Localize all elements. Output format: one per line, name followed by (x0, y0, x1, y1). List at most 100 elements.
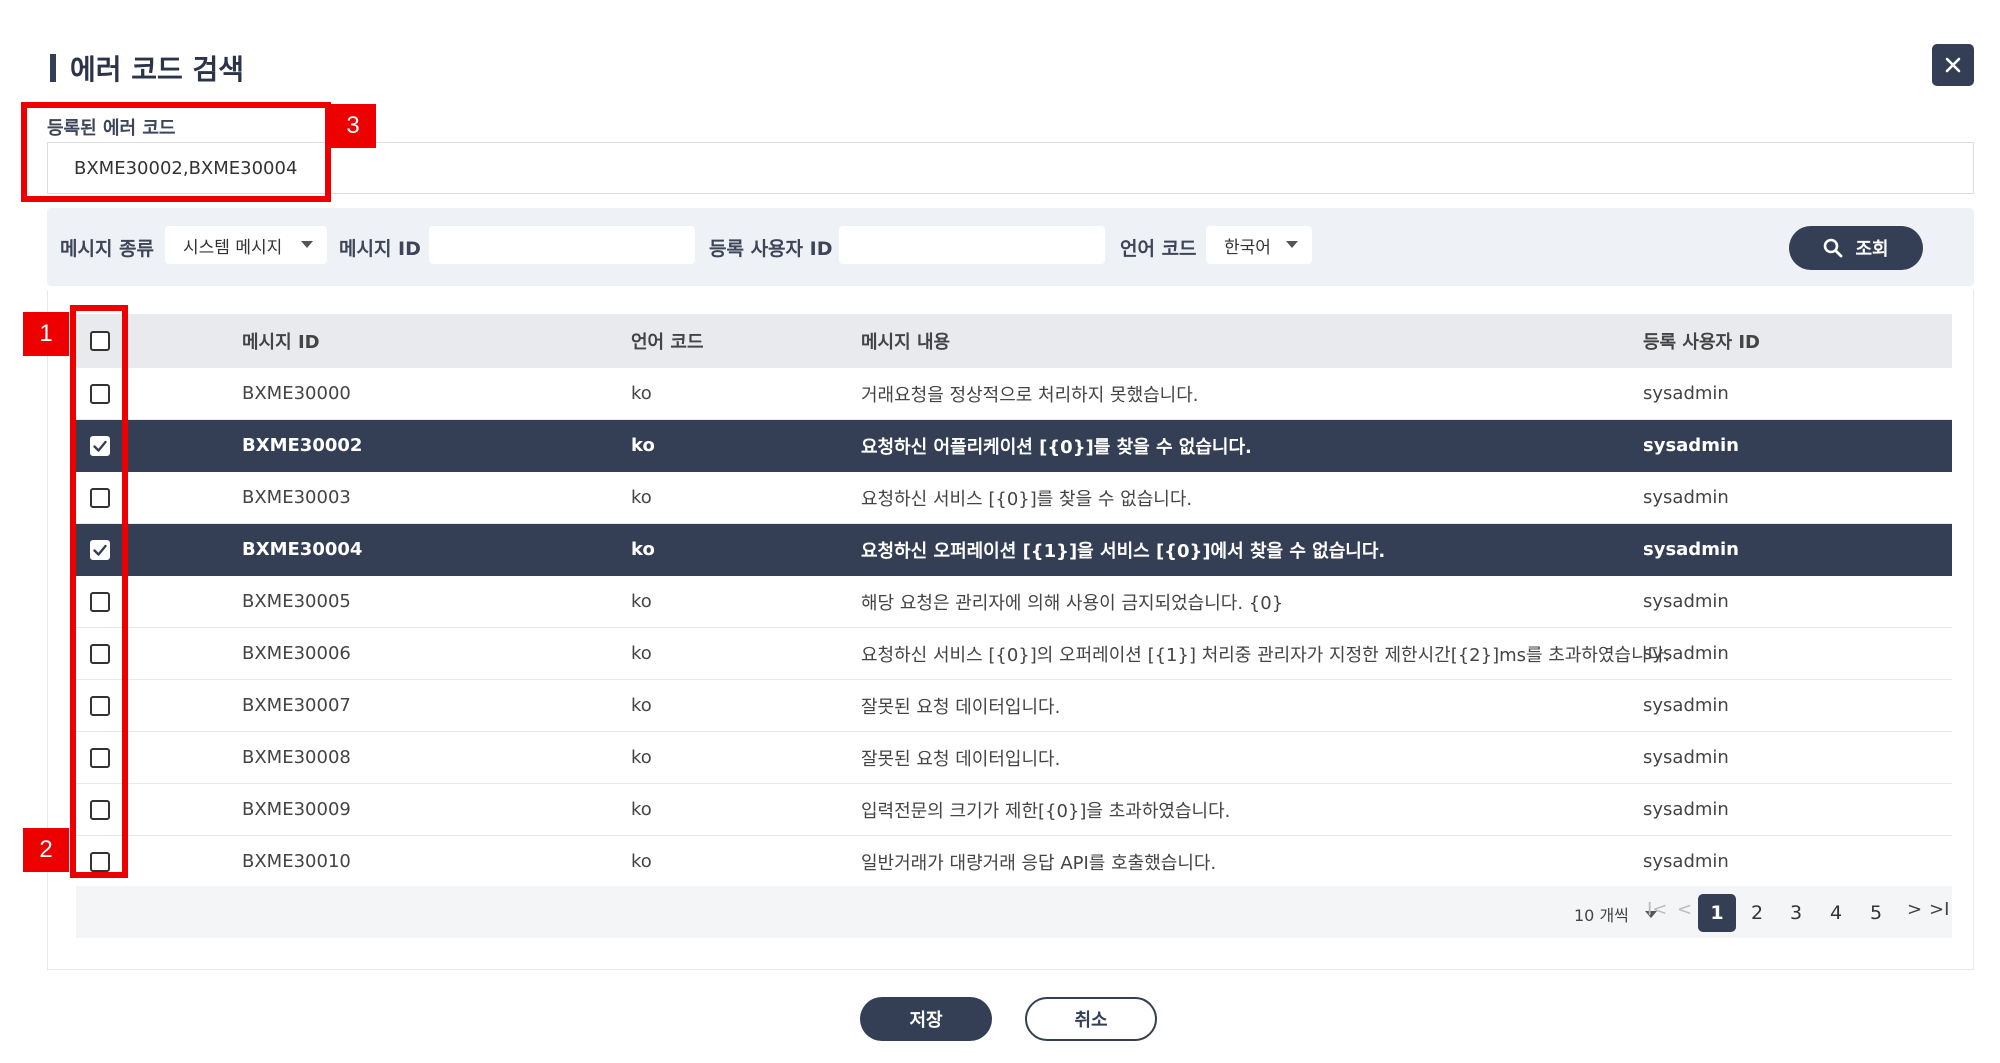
row-checkbox[interactable] (90, 487, 110, 508)
row-checkbox-cell (90, 799, 110, 820)
table-row[interactable]: BXME30002 ko 요청하신 어플리케이션 [{0}]를 찾을 수 없습니다.… (76, 420, 1952, 472)
row-checkbox[interactable] (90, 591, 110, 612)
cell-register-user-id: sysadmin (1643, 643, 1729, 664)
cell-language-code: ko (631, 435, 655, 456)
chevron-down-icon (1286, 241, 1298, 248)
cell-message-content: 잘못된 요청 데이터입니다. (861, 748, 1061, 770)
language-code-select[interactable]: 한국어 (1206, 226, 1312, 264)
language-code-label: 언어 코드 (1120, 238, 1197, 260)
last-page-icon[interactable]: >I (1929, 899, 1949, 920)
table-header: 메시지 ID 언어 코드 메시지 내용 등록 사용자 ID (76, 314, 1952, 368)
page-3[interactable]: 3 (1777, 894, 1815, 932)
search-button[interactable]: 조회 (1789, 226, 1923, 270)
cancel-button[interactable]: 취소 (1025, 997, 1157, 1041)
row-checkbox-cell (90, 435, 110, 456)
cell-language-code: ko (631, 695, 652, 716)
close-icon (1945, 57, 1961, 73)
cell-register-user-id: sysadmin (1643, 487, 1729, 508)
cell-message-content: 요청하신 서비스 [{0}]를 찾을 수 없습니다. (861, 488, 1193, 510)
close-button[interactable] (1932, 44, 1974, 86)
row-checkbox-cell (90, 747, 110, 768)
cell-message-id: BXME30010 (242, 851, 351, 872)
register-user-id-input[interactable] (839, 226, 1105, 264)
select-all-checkbox-cell (90, 331, 110, 351)
row-checkbox-cell (90, 695, 110, 716)
cell-message-id: BXME30009 (242, 799, 351, 820)
table-row[interactable]: BXME30003 ko 요청하신 서비스 [{0}]를 찾을 수 없습니다. sys… (76, 472, 1952, 524)
first-page-icon[interactable]: I< (1647, 899, 1667, 920)
table-row[interactable]: BXME30005 ko 해당 요청은 관리자에 의해 사용이 금지되었습니다. {… (76, 576, 1952, 628)
page-5[interactable]: 5 (1857, 894, 1895, 932)
cell-message-content: 요청하신 어플리케이션 [{0}]를 찾을 수 없습니다. (861, 436, 1252, 458)
cell-message-id: BXME30005 (242, 591, 351, 612)
check-icon (93, 440, 107, 452)
pagination-bar: 10 개씩 I< < 1 2 3 4 5 > >I (76, 886, 1952, 938)
row-checkbox-cell (90, 591, 110, 612)
row-checkbox[interactable] (90, 539, 110, 560)
select-all-checkbox[interactable] (90, 331, 110, 351)
cell-register-user-id: sysadmin (1643, 435, 1739, 456)
row-checkbox-cell (90, 643, 110, 664)
row-checkbox-cell (90, 487, 110, 508)
header-message-id[interactable]: 메시지 ID (242, 328, 320, 354)
annotation-tag-3: 3 (330, 104, 376, 148)
header-language-code[interactable]: 언어 코드 (631, 328, 704, 354)
row-checkbox[interactable] (90, 435, 110, 456)
header-message-content[interactable]: 메시지 내용 (861, 328, 950, 354)
row-checkbox[interactable] (90, 799, 110, 820)
table-row[interactable]: BXME30004 ko 요청하신 오퍼레이션 [{1}]을 서비스 [{0}]에서… (76, 524, 1952, 576)
row-checkbox-cell (90, 851, 110, 872)
table-row[interactable]: BXME30008 ko 잘못된 요청 데이터입니다. sysadmin (76, 732, 1952, 784)
table-row[interactable]: BXME30006 ko 요청하신 서비스 [{0}]의 오퍼레이션 [{1}] 처… (76, 628, 1952, 680)
page-size-select[interactable]: 10 개씩 (1574, 902, 1657, 926)
table-row[interactable]: BXME30000 ko 거래요청을 정상적으로 처리하지 못했습니다. sysadm… (76, 368, 1952, 420)
table-row[interactable]: BXME30010 ko 일반거래가 대량거래 응답 API를 호출했습니다. sys… (76, 836, 1952, 888)
annotation-tag-2: 2 (23, 828, 69, 872)
registered-codes-field[interactable]: BXME30002,BXME30004 (47, 142, 1974, 194)
cell-message-id: BXME30002 (242, 435, 363, 456)
cell-message-id: BXME30008 (242, 747, 351, 768)
cell-register-user-id: sysadmin (1643, 539, 1739, 560)
cell-language-code: ko (631, 487, 652, 508)
row-checkbox[interactable] (90, 747, 110, 768)
page-4[interactable]: 4 (1817, 894, 1855, 932)
page-1[interactable]: 1 (1698, 894, 1736, 932)
error-code-table: 메시지 ID 언어 코드 메시지 내용 등록 사용자 ID BXME30000 k… (76, 314, 1952, 888)
cell-register-user-id: sysadmin (1643, 747, 1729, 768)
cell-language-code: ko (631, 383, 652, 404)
message-id-input[interactable] (429, 226, 695, 264)
cell-message-content: 거래요청을 정상적으로 처리하지 못했습니다. (861, 384, 1199, 406)
message-type-select[interactable]: 시스템 메시지 (165, 226, 327, 264)
cell-message-content: 요청하신 오퍼레이션 [{1}]을 서비스 [{0}]에서 찾을 수 없습니다. (861, 540, 1386, 562)
row-checkbox[interactable] (90, 851, 110, 872)
cell-register-user-id: sysadmin (1643, 799, 1729, 820)
table-body: BXME30000 ko 거래요청을 정상적으로 처리하지 못했습니다. sysadm… (76, 368, 1952, 888)
cell-message-content: 요청하신 서비스 [{0}]의 오퍼레이션 [{1}] 처리중 관리자가 지정한… (861, 644, 1670, 666)
cell-register-user-id: sysadmin (1643, 695, 1729, 716)
page-size-value: 10 개씩 (1574, 906, 1629, 925)
register-user-id-label: 등록 사용자 ID (709, 238, 833, 260)
row-checkbox[interactable] (90, 643, 110, 664)
cell-message-id: BXME30003 (242, 487, 351, 508)
message-id-label: 메시지 ID (339, 238, 421, 260)
registered-codes-label: 등록된 에러 코드 (47, 118, 176, 139)
cell-language-code: ko (631, 851, 652, 872)
prev-page-icon[interactable]: < (1677, 899, 1692, 920)
cell-register-user-id: sysadmin (1643, 383, 1729, 404)
row-checkbox[interactable] (90, 383, 110, 404)
header-register-user-id[interactable]: 등록 사용자 ID (1643, 328, 1760, 354)
search-button-label: 조회 (1855, 239, 1889, 260)
row-checkbox[interactable] (90, 695, 110, 716)
dialog-title-bar: 에러 코드 검색 (50, 50, 244, 86)
cell-language-code: ko (631, 643, 652, 664)
row-checkbox-cell (90, 383, 110, 404)
table-row[interactable]: BXME30007 ko 잘못된 요청 데이터입니다. sysadmin (76, 680, 1952, 732)
cell-message-id: BXME30007 (242, 695, 351, 716)
message-type-label: 메시지 종류 (60, 238, 155, 260)
next-page-icon[interactable]: > (1907, 899, 1922, 920)
title-accent-bar (50, 54, 56, 82)
save-button[interactable]: 저장 (860, 997, 992, 1041)
check-icon (93, 544, 107, 556)
table-row[interactable]: BXME30009 ko 입력전문의 크기가 제한[{0}]을 초과하였습니다. sy… (76, 784, 1952, 836)
page-2[interactable]: 2 (1738, 894, 1776, 932)
